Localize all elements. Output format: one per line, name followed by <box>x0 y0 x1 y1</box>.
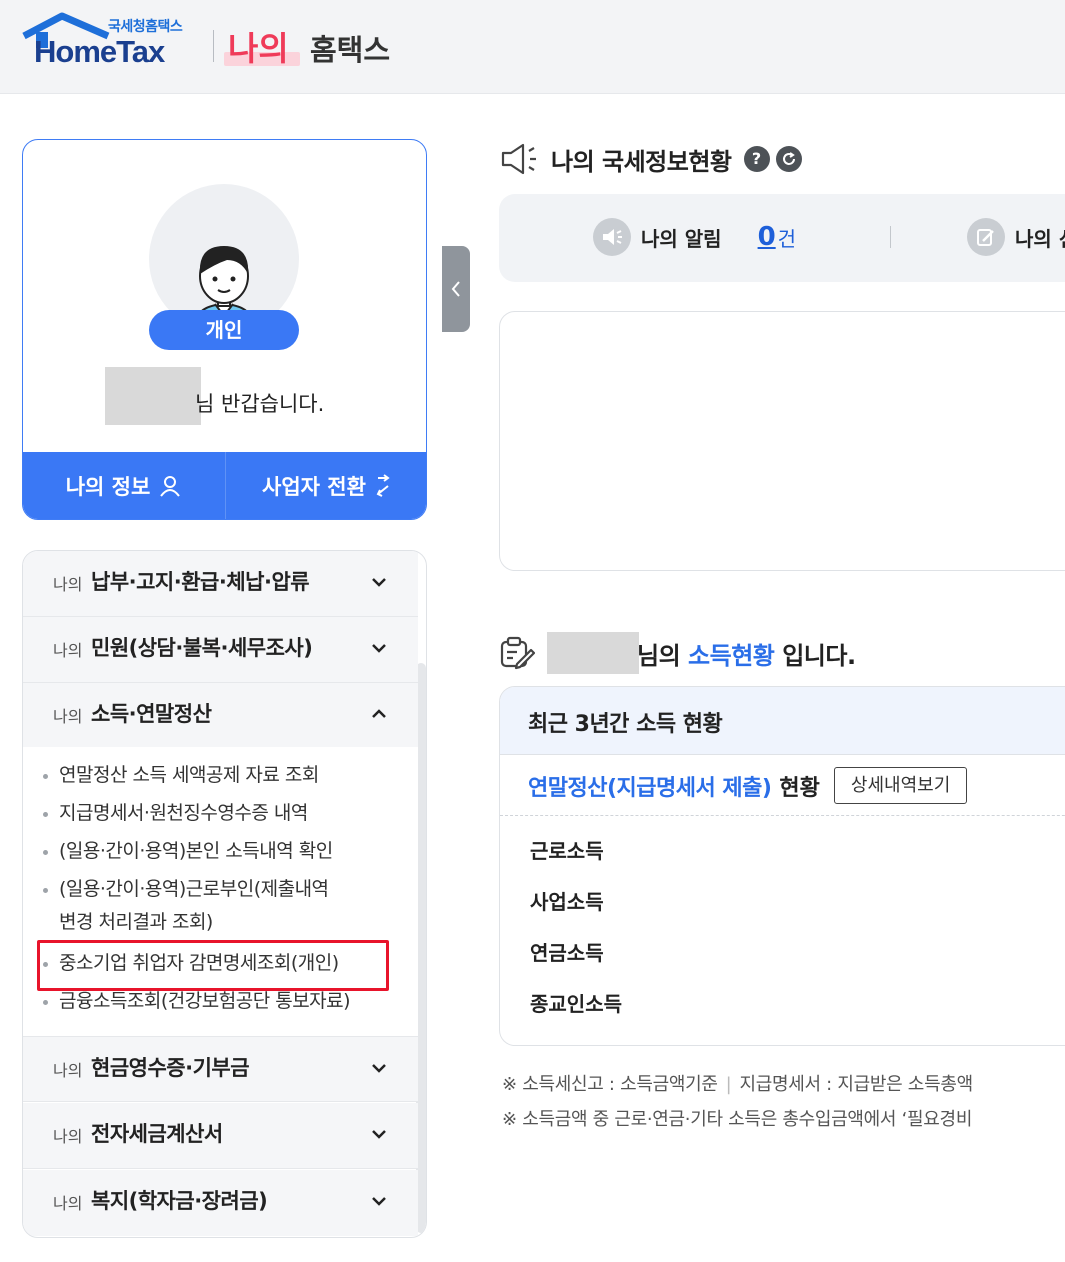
highlight-annotation-box <box>37 940 389 991</box>
person-icon <box>160 475 181 497</box>
menu-section-label: 납부·고지·환급·체납·압류 <box>91 570 310 594</box>
my-title: 나의 <box>228 29 289 68</box>
refresh-icon <box>782 152 795 165</box>
submenu-item-daily-income[interactable]: (일용·간이·용역)본인 소득내역 확인 <box>43 835 333 868</box>
dashed-divider <box>500 815 1065 816</box>
menu-section-civil[interactable]: 나의 민원(상담·불복·세무조사) <box>23 617 418 683</box>
my-info-label: 나의 정보 <box>65 474 151 499</box>
logo-brand: HomeTax <box>34 34 165 69</box>
income-row-label: 근로소득 <box>530 839 604 863</box>
tax-status-label: 나의 국세정보현황 <box>551 147 732 176</box>
profile-card: 개인 님 반갑습니다. 나의 정보 사업자 전환 <box>22 139 427 520</box>
notification-content-box <box>499 311 1065 571</box>
megaphone-icon <box>501 143 536 175</box>
submenu-item-yearend-deduction[interactable]: 연말정산 소득 세액공제 자료 조회 <box>43 759 319 792</box>
my-alerts-item[interactable]: 나의 알림 0 건 <box>593 218 796 256</box>
my-alerts-label: 나의 알림 <box>641 226 722 251</box>
my-info-button[interactable]: 나의 정보 <box>23 452 225 519</box>
menu-section-cash-receipt[interactable]: 나의 현금영수증·기부금 <box>23 1036 418 1102</box>
greeting-text: 님 반갑습니다. <box>195 392 325 416</box>
refresh-button[interactable] <box>775 146 802 172</box>
menu-prefix: 나의 <box>53 641 83 660</box>
menu-section-e-invoice[interactable]: 나의 전자세금계산서 <box>23 1103 418 1169</box>
income-row-label: 사업소득 <box>530 890 604 914</box>
my-report-item[interactable]: 나의 신 <box>967 218 1065 256</box>
submenu-label: 지급명세서·원천징수영수증 내역 <box>59 802 308 824</box>
submenu-label: 연말정산 소득 세액공제 자료 조회 <box>59 764 319 786</box>
user-type-badge: 개인 <box>149 310 299 350</box>
switch-business-label: 사업자 전환 <box>262 474 366 499</box>
income-box-title: 최근 3년간 소득 현황 <box>528 712 723 737</box>
sidebar-collapse-toggle[interactable] <box>442 246 470 332</box>
submenu-label-cont: 변경 처리결과 조회) <box>59 911 213 933</box>
logo-subtitle: 국세청홈택스 <box>108 19 183 35</box>
chevron-down-icon <box>372 1130 386 1139</box>
menu-section-welfare[interactable]: 나의 복지(학자금·장려금) <box>23 1170 418 1236</box>
income-title-highlight: 소득현황 <box>688 641 775 670</box>
note-text: 지급명세서 : 지급받은 소득총액 <box>739 1074 973 1095</box>
income-title-part: 입니다. <box>782 641 856 670</box>
chevron-left-icon <box>451 281 460 297</box>
profile-buttons: 나의 정보 사업자 전환 <box>23 452 426 519</box>
tax-status-title: 나의 국세정보현황 ? <box>499 141 802 177</box>
menu-section-payment[interactable]: 나의 납부·고지·환급·체납·압류 <box>23 551 418 617</box>
income-row-label: 종교인소득 <box>530 992 622 1016</box>
hometax-title: 홈택스 <box>310 33 391 67</box>
yearend-highlight: 연말정산(지급명세서 제출) <box>528 775 772 801</box>
alert-count-unit: 건 <box>777 226 797 251</box>
chevron-down-icon <box>372 578 386 587</box>
switch-business-button[interactable]: 사업자 전환 <box>225 452 426 519</box>
clipboard-edit-icon <box>500 636 535 670</box>
header-divider <box>213 30 214 62</box>
menu-prefix: 나의 <box>53 1061 83 1080</box>
income-title-part: 님의 <box>637 641 681 670</box>
menu-prefix: 나의 <box>53 575 83 594</box>
hometax-logo[interactable]: 국세청홈택스 HomeTax <box>22 12 202 72</box>
income-box-header: 최근 3년간 소득 현황 <box>500 687 1065 755</box>
menu-section-label: 전자세금계산서 <box>91 1122 223 1146</box>
income-note-2: ※ 소득금액 중 근로·연금·기타 소득은 총수입금액에서 ‘필요경비 <box>502 1109 973 1130</box>
alert-divider <box>890 226 891 248</box>
chevron-up-icon <box>372 709 386 718</box>
menu-section-label: 민원(상담·불복·세무조사) <box>91 636 313 660</box>
chevron-down-icon <box>372 1064 386 1073</box>
yearend-suffix: 현황 <box>779 775 820 801</box>
view-details-button[interactable]: 상세내역보기 <box>833 767 968 804</box>
submenu-label: (일용·간이·용역)본인 소득내역 확인 <box>59 840 333 862</box>
user-name-redacted <box>105 367 201 425</box>
menu-section-label: 현금영수증·기부금 <box>91 1056 250 1080</box>
submenu-item-payment-statement[interactable]: 지급명세서·원천징수영수증 내역 <box>43 797 308 830</box>
income-title-text: 님의 소득현황 입니다. <box>637 636 856 671</box>
menu-section-label: 소득·연말정산 <box>91 702 212 726</box>
my-report-label: 나의 신 <box>1015 226 1065 251</box>
chevron-down-icon <box>372 644 386 653</box>
income-summary-box: 최근 3년간 소득 현황 연말정산(지급명세서 제출) 현황 상세내역보기 근로… <box>499 686 1065 1046</box>
menu-section-income[interactable]: 나의 소득·연말정산 <box>23 683 418 749</box>
menu-prefix: 나의 <box>53 1127 83 1146</box>
submenu-label: (일용·간이·용역)근로부인(제출내역 <box>59 878 329 900</box>
income-status-title: 님의 소득현황 입니다. <box>499 632 856 674</box>
income-row-label: 연금소득 <box>530 941 604 965</box>
chevron-down-icon <box>372 1197 386 1206</box>
user-name-redacted <box>547 632 639 674</box>
yearend-row: 연말정산(지급명세서 제출) 현황 상세내역보기 <box>528 767 968 804</box>
menu-prefix: 나의 <box>53 707 83 726</box>
header: 국세청홈택스 HomeTax 나의 홈택스 <box>0 0 1065 94</box>
menu-section-label: 복지(학자금·장려금) <box>91 1189 268 1213</box>
alert-summary-bar: 나의 알림 0 건 나의 신 <box>499 194 1065 282</box>
submenu-item-daily-denial[interactable]: (일용·간이·용역)근로부인(제출내역 변경 처리결과 조회) <box>43 873 329 939</box>
alert-megaphone-icon <box>593 218 631 256</box>
note-text: ※ 소득세신고 : 소득금액기준 <box>502 1074 718 1095</box>
side-menu: 나의 납부·고지·환급·체납·압류 나의 민원(상담·불복·세무조사) 나의 소… <box>22 550 427 1238</box>
note-separator: | <box>725 1074 732 1095</box>
help-button[interactable]: ? <box>743 146 770 172</box>
alert-count[interactable]: 0 <box>758 222 776 252</box>
swap-icon <box>376 473 390 497</box>
menu-prefix: 나의 <box>53 1194 83 1213</box>
income-note-1: ※ 소득세신고 : 소득금액기준 | 지급명세서 : 지급받은 소득총액 <box>502 1070 973 1096</box>
edit-document-icon <box>967 218 1005 256</box>
income-submenu: 연말정산 소득 세액공제 자료 조회 지급명세서·원천징수영수증 내역 (일용·… <box>23 747 418 1037</box>
